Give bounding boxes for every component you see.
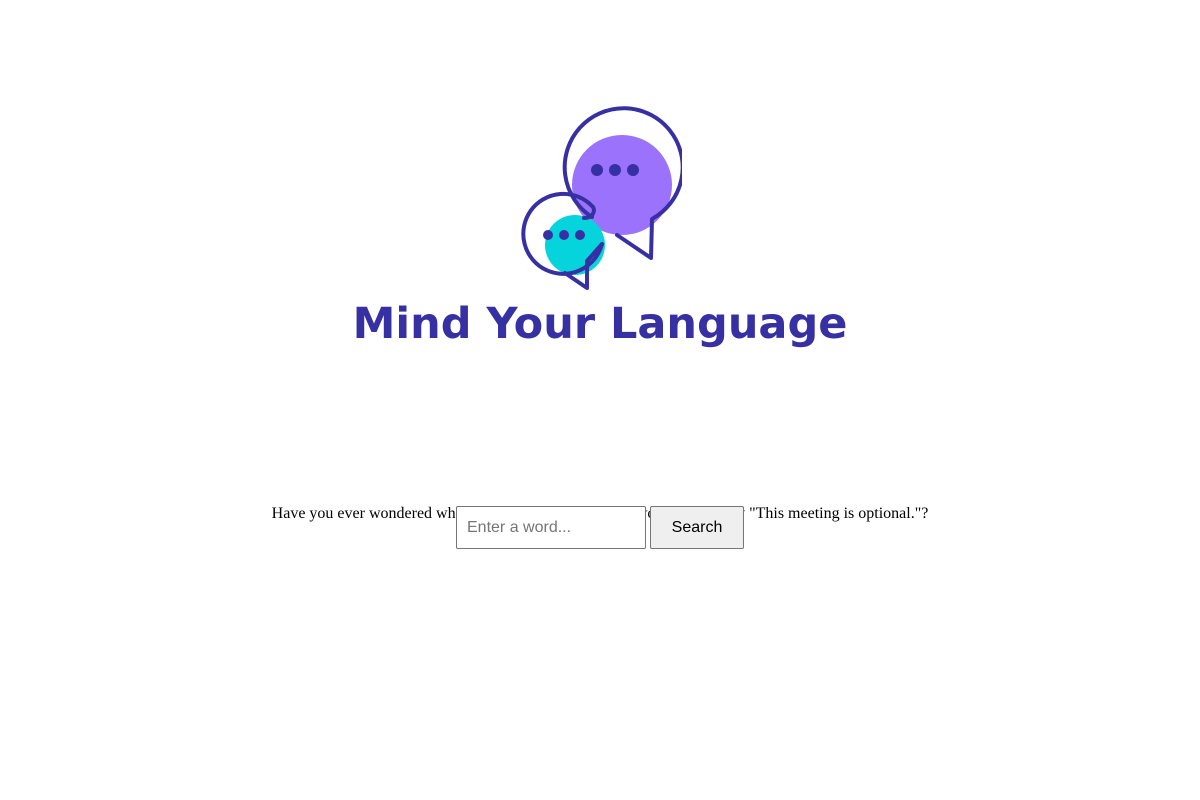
- search-button[interactable]: Search: [650, 506, 744, 549]
- page-title: Mind Your Language: [352, 299, 848, 349]
- page: Mind Your Language Have you ever wondere…: [0, 0, 1200, 800]
- chat-bubbles-icon: [521, 106, 682, 290]
- search-form: Search: [456, 506, 744, 549]
- search-input[interactable]: [456, 506, 646, 549]
